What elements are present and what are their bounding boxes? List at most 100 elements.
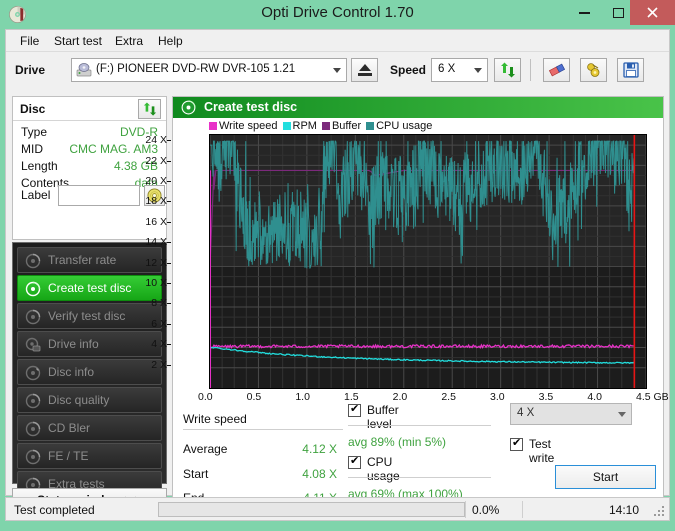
disc-panel-title: Disc (20, 102, 46, 116)
legend-item-buffer: Buffer (321, 120, 361, 132)
y-tick-mark (167, 140, 171, 142)
speed-label: Speed (390, 63, 427, 77)
y-tick-label: 22 X (145, 154, 167, 167)
eject-button[interactable] (351, 58, 378, 82)
speed-select-chevron-down-icon[interactable] (468, 59, 487, 81)
disc-info-icon (25, 365, 41, 381)
floppy-save-icon (622, 62, 639, 78)
y-tick-mark (167, 201, 171, 203)
drive-value: (F:) PIONEER DVD-RW DVR-105 1.21 (96, 63, 296, 75)
menu-extra[interactable]: Extra (109, 33, 149, 49)
disc-refresh-button[interactable] (138, 99, 161, 119)
speed-select[interactable]: 6 X (431, 58, 488, 82)
close-icon (647, 7, 658, 18)
bitsetting-icon (587, 63, 600, 77)
x-tick-label: 2.0 (392, 391, 408, 403)
y-tick-label: 14 X (145, 236, 167, 249)
legend-label: RPM (292, 120, 317, 132)
cpu-usage-label: CPU usage (367, 455, 400, 483)
sidebar-item-label: Disc quality (48, 393, 110, 407)
stat-key: Average (183, 442, 228, 456)
erase-button[interactable] (543, 58, 570, 82)
refresh-button[interactable] (494, 58, 521, 82)
sidebar-item-disc-quality[interactable]: Disc quality (17, 387, 162, 413)
y-tick-mark (167, 262, 171, 264)
start-button[interactable]: Start (555, 465, 656, 489)
sidebar-item-label: Verify test disc (48, 309, 126, 323)
x-tick-label: 0.5 (246, 391, 262, 403)
legend-item-rpm: RPM (282, 120, 317, 132)
title-bar: Opti Drive Control 1.70 (0, 0, 675, 29)
menu-help[interactable]: Help (152, 33, 189, 49)
x-tick-label: 2.5 (441, 391, 456, 403)
x-tick-label: 4.0 (587, 391, 602, 403)
chart-legend: Write speed RPM Buffer CPU usage (209, 120, 437, 133)
x-tick-label: 0.0 (198, 391, 213, 403)
y-tick-label: 4 X (151, 338, 167, 351)
sidebar-item-cd-bler[interactable]: CD Bler (17, 415, 162, 441)
x-tick-label: 1.0 (295, 391, 310, 403)
disc-write-icon (25, 281, 41, 297)
refresh-icon (500, 62, 515, 78)
write-speed-select[interactable]: 4 X (510, 403, 632, 425)
write-speed-chevron-down-icon[interactable] (612, 404, 631, 424)
disc-label-input[interactable] (58, 185, 140, 206)
checkmark-icon (510, 436, 523, 451)
x-tick-label: 4.5 GB (636, 391, 669, 403)
drive-select[interactable]: (F:) PIONEER DVD-RW DVR-105 1.21 (71, 58, 347, 82)
app-window: Opti Drive Control 1.70 File Start test … (0, 0, 675, 531)
menu-start-test[interactable]: Start test (48, 33, 108, 49)
y-tick-label: 6 X (151, 317, 167, 330)
test-panel: Create test disc Write speed RPM Buffer … (145, 96, 669, 511)
buffer-level-label: Buffer level (367, 403, 399, 431)
write-speed-stats: Write speed (183, 412, 343, 430)
stat-value: 4.08 X (302, 467, 337, 481)
y-tick-mark (167, 303, 171, 305)
drive-select-chevron-down-icon[interactable] (327, 59, 346, 81)
sidebar-item-label: Create test disc (48, 281, 132, 295)
resize-grip[interactable] (654, 506, 665, 517)
sidebar-item-label: Transfer rate (48, 253, 117, 267)
drive-label: Drive (15, 63, 46, 77)
y-tick-label: 10 X (145, 277, 167, 289)
disc-test-icon (25, 393, 41, 409)
client-area: File Start test Extra Help Drive (F:) PI… (5, 29, 670, 511)
x-tick-label: 3.0 (490, 391, 505, 403)
divider (522, 501, 523, 518)
y-tick-mark (167, 344, 171, 346)
menu-file[interactable]: File (14, 33, 45, 49)
status-bar: Test completed 0.0% 14:10 (5, 497, 670, 521)
write-speed-stats-header: Write speed (183, 412, 247, 426)
sidebar-item-label: CD Bler (48, 421, 91, 435)
save-button[interactable] (617, 58, 644, 82)
y-tick-mark (167, 364, 171, 366)
chart-plot-area (209, 134, 647, 389)
disc-row-length-key: Length (21, 159, 58, 173)
minimize-button[interactable] (565, 0, 603, 25)
y-tick-mark (167, 160, 171, 162)
disc-test-icon (25, 309, 41, 325)
legend-item-cpu-usage: CPU usage (366, 120, 432, 132)
divider (465, 501, 466, 518)
stat-row-average: Average 4.12 X (183, 442, 343, 460)
menu-bar: File Start test Extra Help (6, 30, 669, 52)
progress-text: 0.0% (472, 503, 500, 517)
y-tick-label: 20 X (145, 175, 167, 187)
buffer-level-stat: avg 89% (min 5%) (348, 435, 447, 449)
speed-chart (209, 134, 647, 389)
speed-value: 6 X (438, 63, 456, 75)
close-button[interactable] (630, 0, 675, 25)
sidebar-item-fe-te[interactable]: FE / TE (17, 443, 162, 469)
y-tick-mark (167, 323, 171, 325)
checkmark-icon (348, 402, 361, 417)
bitsetting-button[interactable] (580, 58, 607, 82)
drive-toolbar: Drive (F:) PIONEER DVD-RW DVR-105 1.21 S… (6, 52, 669, 90)
y-tick-label: 12 X (145, 256, 167, 269)
disc-row-mid-key: MID (21, 142, 43, 156)
sidebar-item-label: Disc info (48, 365, 95, 379)
panel-title: Create test disc (204, 100, 298, 114)
y-tick-label: 8 X (151, 297, 167, 310)
test-write-label: Test write (529, 437, 555, 465)
refresh-icon (143, 102, 156, 116)
divider (348, 477, 491, 478)
